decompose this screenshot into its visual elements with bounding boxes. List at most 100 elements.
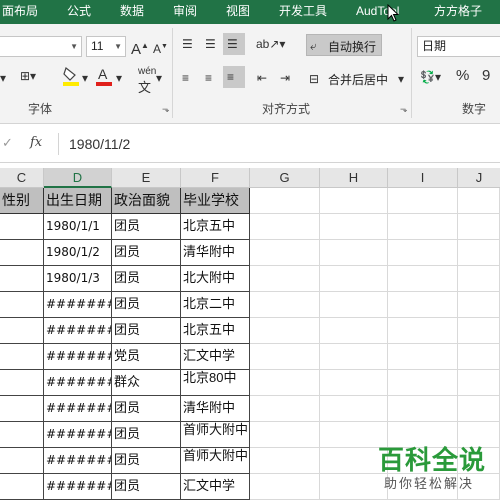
table-cell[interactable]: 团员 xyxy=(112,292,181,318)
font-size-box[interactable]: 11 ▼ xyxy=(86,36,126,57)
empty-cell[interactable] xyxy=(250,474,320,500)
table-header-cell[interactable]: 政治面貌 xyxy=(112,188,181,214)
table-cell[interactable] xyxy=(0,396,44,422)
empty-cell[interactable] xyxy=(388,292,458,318)
empty-cell[interactable] xyxy=(320,188,388,214)
table-cell[interactable]: 北京五中 xyxy=(181,214,250,240)
table-cell[interactable]: 汇文中学 xyxy=(181,344,250,370)
table-cell[interactable]: ######## xyxy=(44,422,112,448)
empty-cell[interactable] xyxy=(458,292,500,318)
dropdown-arrow-icon[interactable]: ▾ xyxy=(0,70,6,86)
empty-cell[interactable] xyxy=(388,396,458,422)
table-header-cell[interactable]: 出生日期 xyxy=(44,188,112,214)
border-icon[interactable]: ⊞▾ xyxy=(20,68,36,84)
align-bottom-icon[interactable]: ☰ xyxy=(223,33,245,55)
table-cell[interactable]: 团员 xyxy=(112,422,181,448)
tab-page-layout[interactable]: 面布局 xyxy=(2,0,38,24)
comma-style-icon[interactable]: 9 xyxy=(482,68,490,84)
table-cell[interactable] xyxy=(0,474,44,500)
column-header-h[interactable]: H xyxy=(320,168,388,188)
table-cell[interactable] xyxy=(0,422,44,448)
table-cell[interactable] xyxy=(0,240,44,266)
empty-cell[interactable] xyxy=(388,266,458,292)
table-cell[interactable]: 汇文中学 xyxy=(181,474,250,500)
empty-cell[interactable] xyxy=(320,396,388,422)
table-cell[interactable]: 北京二中 xyxy=(181,292,250,318)
table-cell[interactable] xyxy=(0,292,44,318)
empty-cell[interactable] xyxy=(320,214,388,240)
align-top-icon[interactable]: ☰ xyxy=(182,36,193,52)
table-cell[interactable] xyxy=(0,370,44,396)
empty-cell[interactable] xyxy=(250,188,320,214)
column-header-d[interactable]: D xyxy=(44,168,112,188)
decrease-font-icon[interactable]: A▼ xyxy=(153,39,168,57)
table-cell[interactable]: 团员 xyxy=(112,448,181,474)
chevron-down-icon[interactable]: ▾ xyxy=(116,70,122,86)
empty-cell[interactable] xyxy=(250,396,320,422)
align-middle-icon[interactable]: ☰ xyxy=(205,36,216,52)
empty-cell[interactable] xyxy=(250,344,320,370)
empty-cell[interactable] xyxy=(250,266,320,292)
table-cell[interactable]: 1980/1/3 xyxy=(44,266,112,292)
table-cell[interactable]: ######## xyxy=(44,292,112,318)
empty-cell[interactable] xyxy=(250,422,320,448)
insert-function-icon[interactable]: fx xyxy=(30,135,42,150)
table-cell[interactable]: 团员 xyxy=(112,266,181,292)
table-cell[interactable]: ######## xyxy=(44,396,112,422)
table-cell[interactable]: 清华附中 xyxy=(181,396,250,422)
empty-cell[interactable] xyxy=(388,188,458,214)
empty-cell[interactable] xyxy=(458,370,500,396)
empty-cell[interactable] xyxy=(458,240,500,266)
column-header-e[interactable]: E xyxy=(112,168,181,188)
column-header-j[interactable]: J xyxy=(458,168,500,188)
tab-developer[interactable]: 开发工具 xyxy=(279,0,327,24)
table-cell[interactable]: 北京五中 xyxy=(181,318,250,344)
empty-cell[interactable] xyxy=(250,448,320,474)
table-cell[interactable]: 北大附中 xyxy=(181,266,250,292)
table-cell[interactable]: 党员 xyxy=(112,344,181,370)
dialog-launcher-icon[interactable]: ⬎ xyxy=(400,104,408,115)
table-cell[interactable]: 团员 xyxy=(112,214,181,240)
column-header-i[interactable]: I xyxy=(388,168,458,188)
empty-cell[interactable] xyxy=(320,266,388,292)
merge-center-button[interactable]: ⊟ 合并后居中 ▾ xyxy=(306,68,410,90)
align-left-icon[interactable]: ≡ xyxy=(182,70,189,86)
tab-data[interactable]: 数据 xyxy=(120,0,144,24)
empty-cell[interactable] xyxy=(388,344,458,370)
empty-cell[interactable] xyxy=(320,344,388,370)
column-header-f[interactable]: F xyxy=(181,168,250,188)
tab-formulas[interactable]: 公式 xyxy=(67,0,91,24)
align-right-icon[interactable]: ≡ xyxy=(223,66,245,88)
empty-cell[interactable] xyxy=(250,318,320,344)
number-format-box[interactable]: 日期 xyxy=(417,36,500,57)
table-header-cell[interactable]: 毕业学校 xyxy=(181,188,250,214)
formula-input[interactable]: 1980/11/2 xyxy=(58,133,500,155)
empty-cell[interactable] xyxy=(320,240,388,266)
increase-font-icon[interactable]: A▲ xyxy=(131,38,149,58)
table-cell[interactable]: 首师大附中 xyxy=(181,422,250,448)
orientation-icon[interactable]: ab↗▾ xyxy=(256,36,285,52)
empty-cell[interactable] xyxy=(250,292,320,318)
empty-cell[interactable] xyxy=(458,344,500,370)
empty-cell[interactable] xyxy=(388,318,458,344)
table-cell[interactable]: ######## xyxy=(44,474,112,500)
table-cell[interactable] xyxy=(0,318,44,344)
empty-cell[interactable] xyxy=(458,396,500,422)
tab-view[interactable]: 视图 xyxy=(226,0,250,24)
table-cell[interactable]: ######## xyxy=(44,344,112,370)
empty-cell[interactable] xyxy=(458,214,500,240)
table-cell[interactable]: 北京80中 xyxy=(181,370,250,396)
empty-cell[interactable] xyxy=(458,188,500,214)
empty-cell[interactable] xyxy=(388,214,458,240)
decrease-indent-icon[interactable]: ⇤ xyxy=(257,70,267,86)
empty-cell[interactable] xyxy=(250,214,320,240)
fill-color-icon[interactable] xyxy=(62,66,80,90)
wrap-text-button[interactable]: ⤶ 自动换行 xyxy=(306,34,382,56)
empty-cell[interactable] xyxy=(458,266,500,292)
check-icon[interactable]: ✓ xyxy=(2,135,13,151)
empty-cell[interactable] xyxy=(250,240,320,266)
empty-cell[interactable] xyxy=(320,370,388,396)
align-center-icon[interactable]: ≡ xyxy=(205,70,212,86)
table-cell[interactable]: 团员 xyxy=(112,396,181,422)
table-cell[interactable]: 1980/1/2 xyxy=(44,240,112,266)
